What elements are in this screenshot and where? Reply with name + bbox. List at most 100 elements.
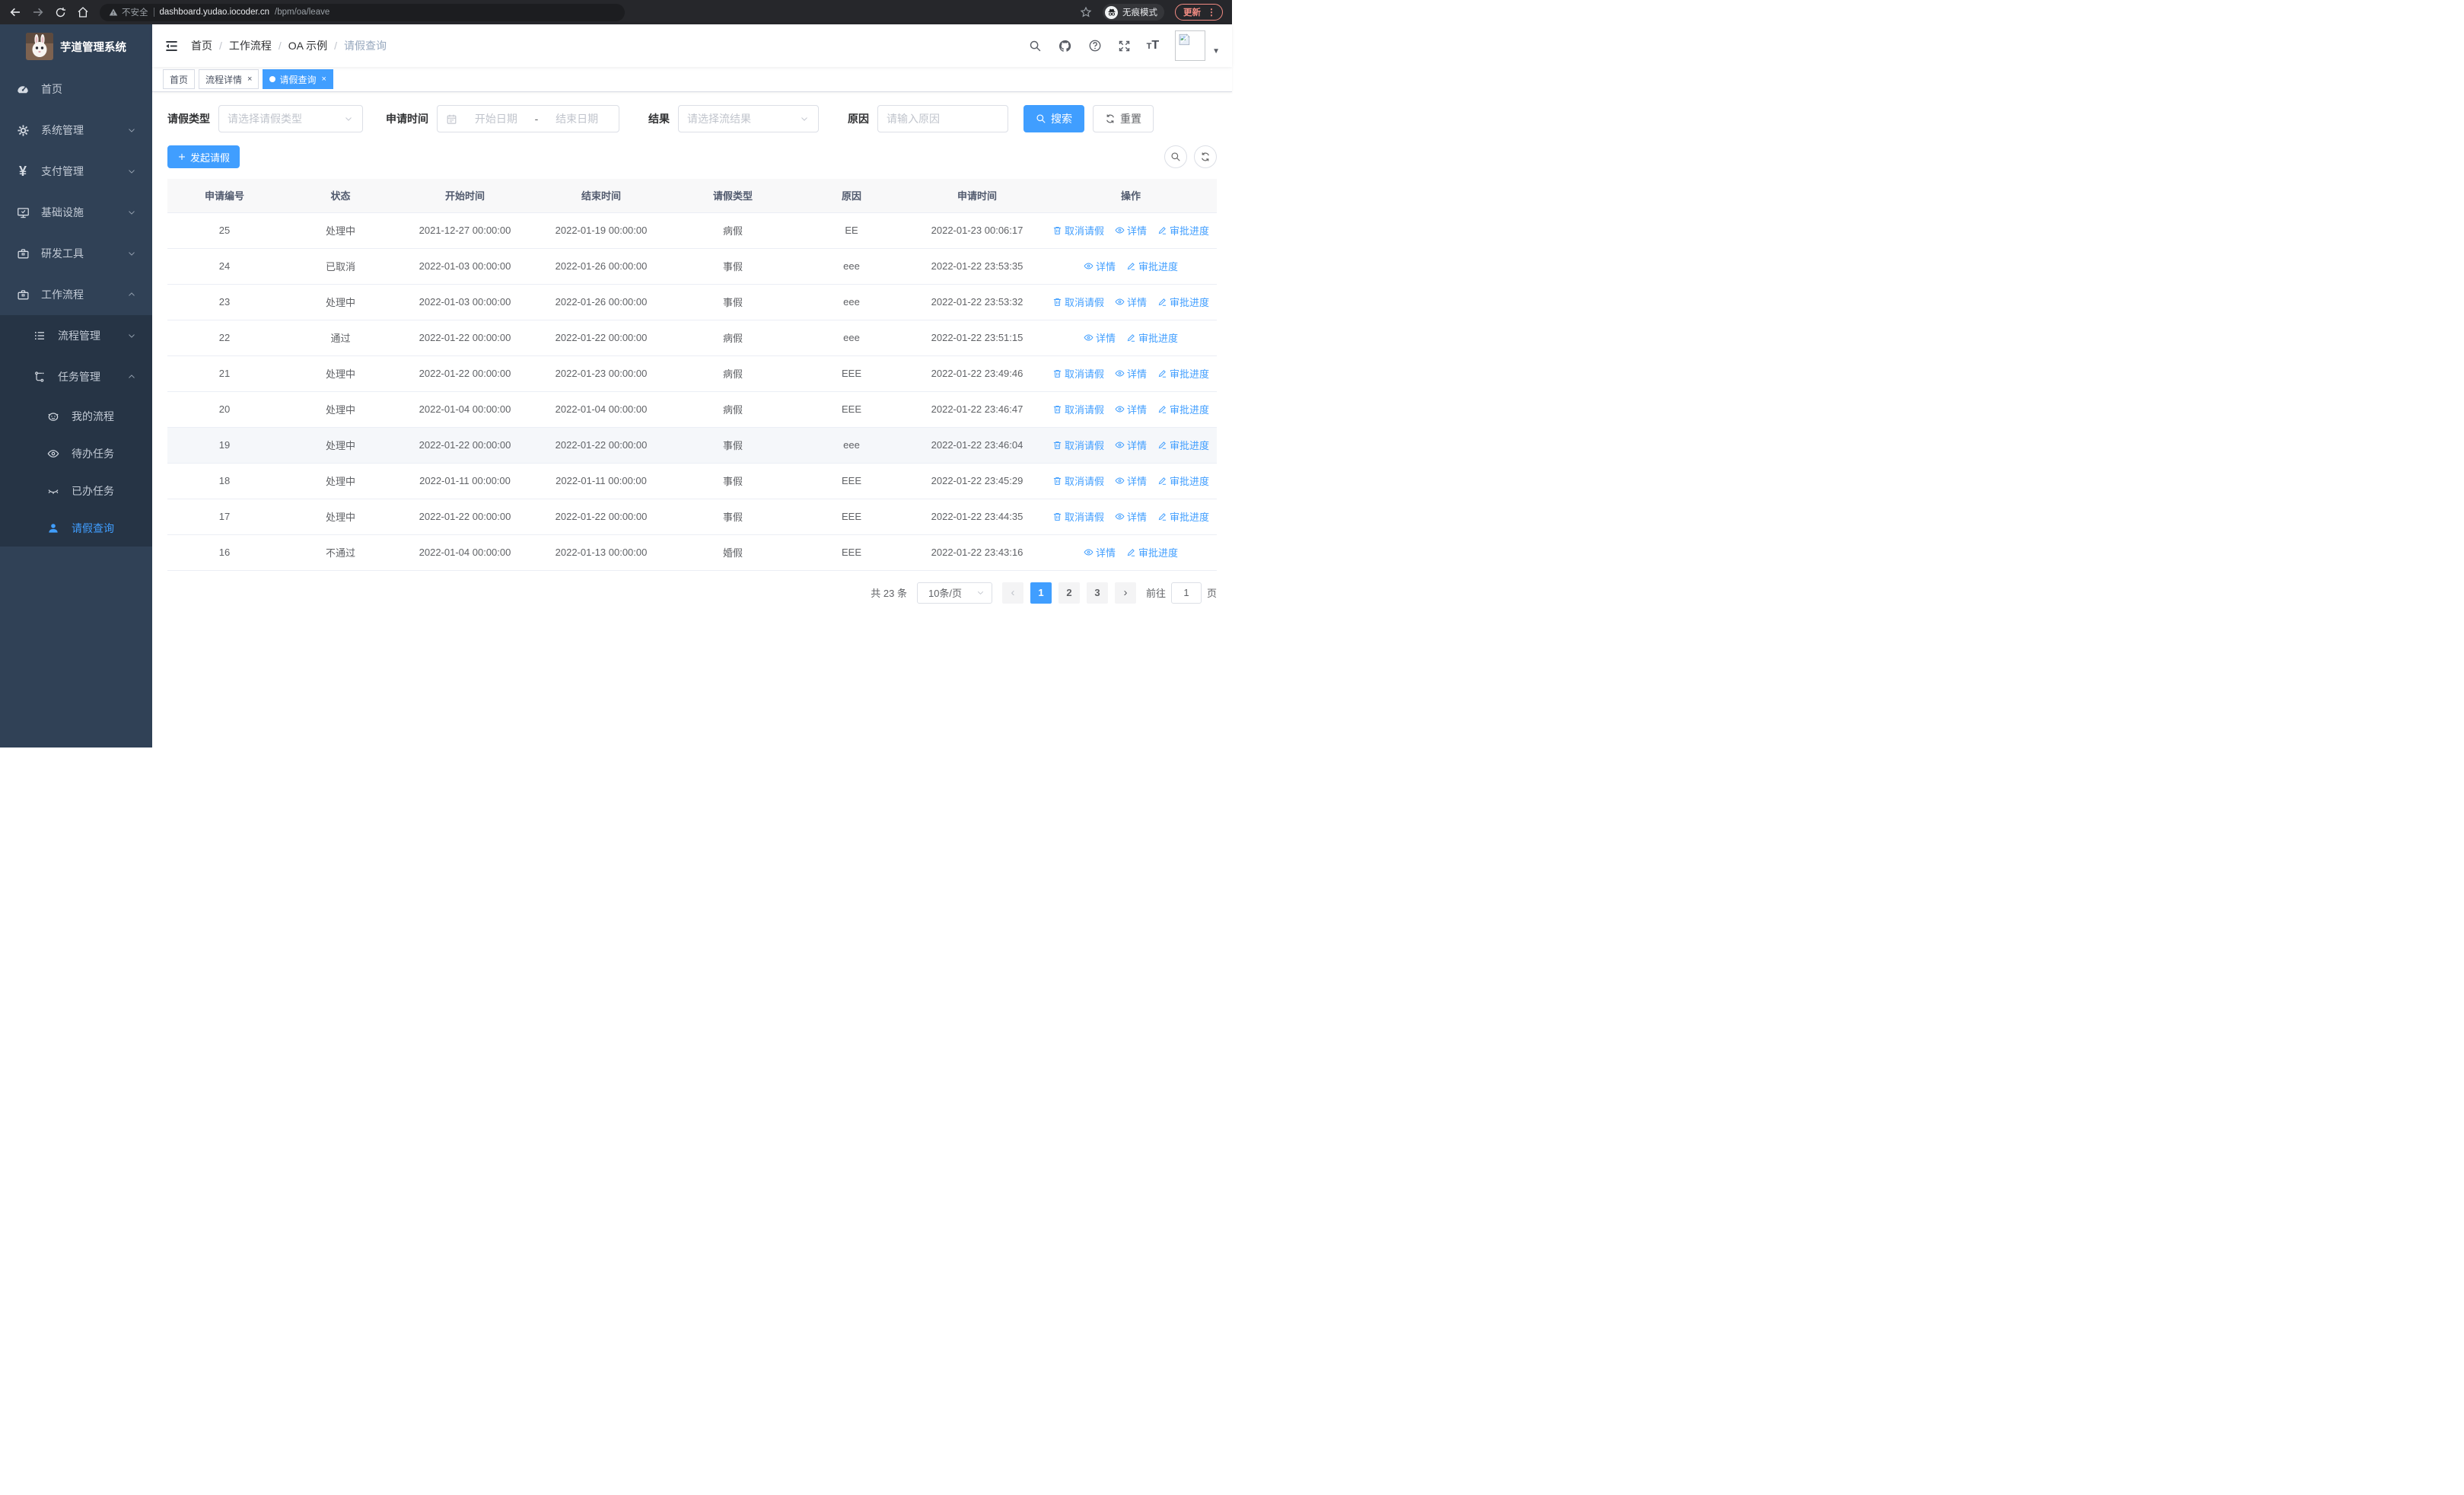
detail-link[interactable]: 详情 <box>1084 259 1116 273</box>
sidebar-item-payment[interactable]: ¥ 支付管理 <box>0 151 152 192</box>
fullscreen-icon[interactable] <box>1118 40 1131 53</box>
result-select[interactable]: 请选择流结果 <box>678 105 819 132</box>
breadcrumb-oa[interactable]: OA 示例 <box>288 38 327 53</box>
page-button-2[interactable]: 2 <box>1058 582 1080 604</box>
sidebar-item-system[interactable]: 系统管理 <box>0 110 152 151</box>
detail-link[interactable]: 详情 <box>1084 545 1116 559</box>
help-icon[interactable] <box>1088 39 1102 53</box>
detail-link[interactable]: 详情 <box>1115 295 1147 309</box>
cell-status: 处理中 <box>282 463 400 499</box>
tag-leave-query[interactable]: 请假查询 × <box>263 69 333 89</box>
browser-forward-icon[interactable] <box>32 6 44 18</box>
app-logo[interactable]: 芋道管理系统 <box>0 24 152 69</box>
reset-button[interactable]: 重置 <box>1093 105 1154 132</box>
sidebar-item-process-mgmt[interactable]: 流程管理 <box>0 315 152 356</box>
create-leave-label: 发起请假 <box>190 151 231 164</box>
breadcrumb-separator: / <box>219 40 222 52</box>
chevron-down-icon <box>126 248 137 259</box>
sidebar-item-my-process[interactable]: 我的流程 <box>0 397 152 435</box>
detail-link[interactable]: 详情 <box>1115 473 1147 488</box>
detail-link[interactable]: 详情 <box>1115 438 1147 452</box>
progress-link[interactable]: 审批进度 <box>1126 330 1178 345</box>
cancel-leave-link[interactable]: 取消请假 <box>1052 223 1104 237</box>
cell-type: 事假 <box>672 284 794 320</box>
progress-link[interactable]: 审批进度 <box>1157 438 1209 452</box>
goto-label: 前往 <box>1145 588 1166 599</box>
detail-link[interactable]: 详情 <box>1084 330 1116 345</box>
progress-link[interactable]: 审批进度 <box>1126 259 1178 273</box>
close-icon[interactable]: × <box>247 75 252 84</box>
progress-link[interactable]: 审批进度 <box>1157 223 1209 237</box>
apply-time-range-picker[interactable]: 开始日期 - 结束日期 <box>437 105 619 132</box>
table-row: 18 处理中 2022-01-11 00:00:00 2022-01-11 00… <box>167 463 1217 499</box>
face-icon <box>46 410 61 422</box>
browser-menu-icon[interactable]: ⋮ <box>1207 7 1216 18</box>
browser-reload-icon[interactable] <box>55 7 66 18</box>
progress-link[interactable]: 审批进度 <box>1157 473 1209 488</box>
cancel-leave-link[interactable]: 取消请假 <box>1052 295 1104 309</box>
detail-link[interactable]: 详情 <box>1115 223 1147 237</box>
detail-link[interactable]: 详情 <box>1115 402 1147 416</box>
detail-link[interactable]: 详情 <box>1115 509 1147 524</box>
toggle-search-button[interactable] <box>1164 145 1187 168</box>
cell-status: 处理中 <box>282 355 400 392</box>
sidebar-item-devtools[interactable]: 研发工具 <box>0 233 152 274</box>
detail-link[interactable]: 详情 <box>1115 366 1147 381</box>
progress-link[interactable]: 审批进度 <box>1157 295 1209 309</box>
trash-icon <box>1052 404 1062 414</box>
bookmark-star-icon[interactable] <box>1080 6 1092 18</box>
update-label[interactable]: 更新 <box>1183 6 1201 18</box>
header-search-icon[interactable] <box>1029 40 1042 53</box>
progress-link[interactable]: 审批进度 <box>1157 402 1209 416</box>
search-button[interactable]: 搜索 <box>1023 105 1084 132</box>
sidebar-item-task-mgmt[interactable]: 任务管理 <box>0 356 152 397</box>
cancel-leave-link[interactable]: 取消请假 <box>1052 402 1104 416</box>
address-bar[interactable]: 不安全 dashboard.yudao.iocoder.cn/bpm/oa/le… <box>100 3 625 21</box>
breadcrumb-home[interactable]: 首页 <box>191 38 212 53</box>
sidebar-item-workflow[interactable]: 工作流程 <box>0 274 152 315</box>
trash-icon <box>1052 368 1062 378</box>
cancel-leave-link[interactable]: 取消请假 <box>1052 438 1104 452</box>
site-security[interactable]: 不安全 <box>109 6 148 18</box>
progress-link[interactable]: 审批进度 <box>1126 545 1178 559</box>
browser-update-chip[interactable]: 更新 ⋮ <box>1175 4 1223 21</box>
user-menu-caret-icon[interactable]: ▼ <box>1212 47 1220 56</box>
goto-unit: 页 <box>1206 588 1217 599</box>
prev-page-button[interactable]: ‹ <box>1001 582 1023 604</box>
reason-input[interactable] <box>887 113 999 125</box>
sidebar-item-done-task[interactable]: 已办任务 <box>0 472 152 509</box>
sidebar-item-infra[interactable]: 基础设施 <box>0 192 152 233</box>
progress-link[interactable]: 审批进度 <box>1157 509 1209 524</box>
browser-back-icon[interactable] <box>9 6 21 18</box>
cancel-leave-link[interactable]: 取消请假 <box>1052 366 1104 381</box>
cancel-leave-link[interactable]: 取消请假 <box>1052 509 1104 524</box>
collapse-sidebar-icon[interactable] <box>164 39 179 53</box>
tag-home[interactable]: 首页 <box>163 69 196 89</box>
eye-icon <box>1115 297 1125 307</box>
breadcrumb-workflow[interactable]: 工作流程 <box>229 38 272 53</box>
page-size-select[interactable]: 10条/页 <box>916 582 992 604</box>
warning-icon <box>109 8 118 17</box>
sidebar-item-todo-task[interactable]: 待办任务 <box>0 435 152 472</box>
refresh-table-button[interactable] <box>1194 145 1217 168</box>
sidebar-item-leave-query[interactable]: 请假查询 <box>0 509 152 547</box>
table-header-row: 申请编号 状态 开始时间 结束时间 请假类型 原因 申请时间 操作 <box>167 179 1217 213</box>
goto-page-input[interactable] <box>1170 582 1202 604</box>
page-button-3[interactable]: 3 <box>1086 582 1108 604</box>
sidebar-item-label: 工作流程 <box>41 288 84 301</box>
browser-home-icon[interactable] <box>77 6 89 18</box>
next-page-button[interactable]: › <box>1114 582 1136 604</box>
leave-type-select[interactable]: 请选择请假类型 <box>218 105 363 132</box>
cell-end: 2022-01-22 00:00:00 <box>530 427 672 464</box>
progress-link[interactable]: 审批进度 <box>1157 366 1209 381</box>
create-leave-button[interactable]: 发起请假 <box>167 145 240 168</box>
github-icon[interactable] <box>1058 39 1072 53</box>
close-icon[interactable]: × <box>321 75 326 84</box>
page-button-1[interactable]: 1 <box>1030 582 1052 604</box>
avatar[interactable] <box>1175 30 1206 61</box>
sidebar-item-home[interactable]: 首页 <box>0 69 152 110</box>
font-size-icon[interactable]: TT <box>1147 39 1160 53</box>
tag-process-detail[interactable]: 流程详情 × <box>199 69 259 89</box>
eye-icon <box>1115 404 1125 414</box>
cancel-leave-link[interactable]: 取消请假 <box>1052 473 1104 488</box>
